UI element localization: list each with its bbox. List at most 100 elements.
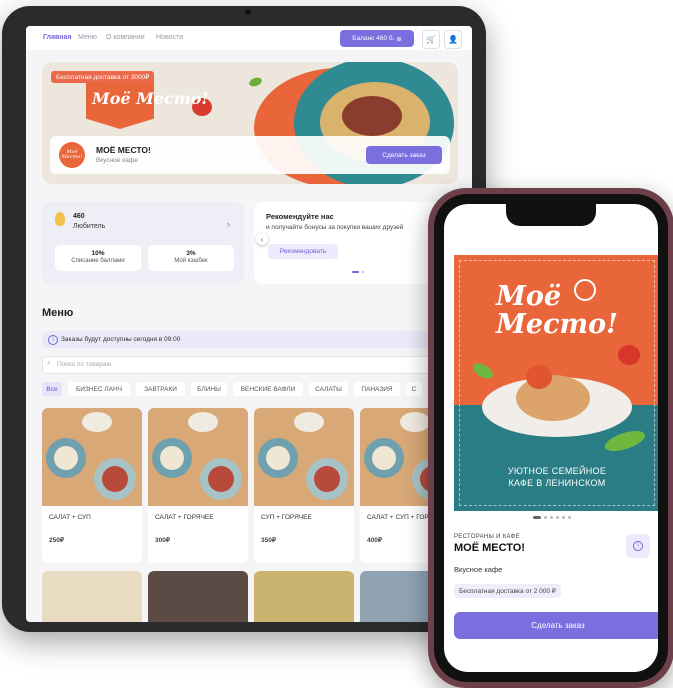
tablet-screen: Главная Меню О компании Новости Баланс 4… — [26, 26, 472, 622]
leaf-decor — [248, 76, 263, 88]
balance-button[interactable]: Баланс 460 б. ⊕ — [340, 30, 414, 47]
poster-food-detail — [526, 365, 552, 389]
product-image — [42, 408, 142, 506]
chevron-left-icon[interactable]: ‹ — [256, 233, 268, 245]
restaurant-logo: Моё Место! — [59, 142, 85, 168]
delivery-chip: Бесплатная доставка от 2 000 ₽ — [454, 584, 561, 598]
search-box: ⌕ — [42, 356, 464, 374]
phone-notch — [506, 204, 596, 226]
category-tab[interactable]: БЛИНЫ — [191, 382, 227, 396]
loyalty-level: Любитель — [73, 223, 106, 230]
nav-menu[interactable]: Меню — [78, 34, 97, 41]
category-tab[interactable]: ВЕНСКИЕ ВАФЛИ — [233, 382, 303, 396]
product-image — [254, 408, 354, 506]
nav-home[interactable]: Главная — [43, 34, 71, 41]
phone-bezel: Моё Место! УЮТНОЕ СЕМЕЙНОЕ КАФЕ В ЛЕНИНС… — [434, 194, 668, 682]
phone-device: Моё Место! УЮТНОЕ СЕМЕЙНОЕ КАФЕ В ЛЕНИНС… — [428, 188, 673, 688]
product-image — [148, 408, 248, 506]
loyalty-points: 460 — [73, 213, 85, 220]
recommend-button[interactable]: Рекомендовать — [268, 244, 338, 259]
product-price: 350₽ — [261, 537, 276, 544]
category-tab[interactable]: ЗАВТРАКИ — [136, 382, 185, 396]
product-price: 300₽ — [155, 537, 170, 544]
info-button[interactable]: i — [626, 534, 650, 558]
hero-banner: Моё Место! Бесплатная доставка от 3000₽ … — [42, 62, 458, 184]
bowl-image — [400, 412, 430, 432]
cart-button[interactable]: 🛒 — [422, 30, 440, 49]
info-notice: i Заказы будут доступны сегодня в 09:00 — [42, 331, 462, 348]
search-input[interactable] — [57, 359, 447, 369]
recommend-title: Рекомендуйте нас — [266, 212, 334, 221]
order-button[interactable]: Сделать заказ — [366, 146, 442, 164]
info-icon: i — [633, 541, 643, 551]
hero-food-detail — [342, 96, 402, 136]
restaurant-category: РЕСТОРАНЫ И КАФЕ — [454, 534, 520, 540]
product-card[interactable] — [42, 571, 142, 622]
poster-tagline-line1: УЮТНОЕ СЕМЕЙНОЕ — [507, 466, 607, 476]
category-tab[interactable]: БИЗНЕС ЛАНЧ — [68, 382, 130, 396]
top-navigation: Главная Меню О компании Новости Баланс 4… — [26, 26, 472, 50]
product-price: 400₽ — [367, 537, 382, 544]
poster-tagline: УЮТНОЕ СЕМЕЙНОЕ КАФЕ В ЛЕНИНСКОМ — [454, 465, 658, 489]
bowl-image — [46, 438, 86, 478]
category-tab[interactable]: САЛАТЫ — [309, 382, 348, 396]
loyalty-card[interactable]: 460 Любитель › 10% Списание баллами 3% М… — [42, 202, 244, 284]
order-button[interactable]: Сделать заказ — [454, 612, 658, 639]
tablet-device: Главная Меню О компании Новости Баланс 4… — [2, 6, 486, 632]
brand-logo-text: Моё Место! — [92, 89, 209, 108]
product-name: САЛАТ + СУП — [49, 514, 91, 521]
carousel-dot-active[interactable] — [352, 271, 359, 273]
medal-icon — [55, 212, 65, 226]
carousel-dot[interactable] — [544, 516, 547, 519]
restaurant-type: Вкусное кафе — [96, 157, 138, 164]
recommend-carousel-dots — [352, 271, 366, 273]
carousel-dot[interactable] — [362, 271, 364, 273]
product-card[interactable] — [148, 571, 248, 622]
bowl-image — [258, 438, 298, 478]
carousel-dot[interactable] — [550, 516, 553, 519]
nav-news[interactable]: Новости — [156, 34, 183, 41]
stat-cashback: 3% Мой кэшбек — [148, 245, 234, 271]
product-name: САЛАТ + ГОРЯЧЕЕ — [155, 514, 214, 521]
bowl-image — [200, 458, 242, 500]
user-icon: 👤 — [448, 35, 458, 44]
product-card[interactable] — [254, 571, 354, 622]
bowl-image — [152, 438, 192, 478]
carousel-dot[interactable] — [568, 516, 571, 519]
product-card[interactable]: САЛАТ + СУП 250₽ — [42, 408, 142, 563]
phone-screen: Моё Место! УЮТНОЕ СЕМЕЙНОЕ КАФЕ В ЛЕНИНС… — [444, 204, 658, 672]
product-card[interactable]: СУП + ГОРЯЧЕЕ 350₽ — [254, 408, 354, 563]
poster-tagline-line2: КАФЕ В ЛЕНИНСКОМ — [508, 478, 606, 488]
nav-about[interactable]: О компании — [106, 34, 145, 41]
bowl-image — [82, 412, 112, 432]
delivery-badge: Бесплатная доставка от 3000₽ — [51, 71, 155, 83]
info-notice-text: Заказы будут доступны сегодня в 09:00 — [61, 336, 181, 343]
promo-poster: Моё Место! УЮТНОЕ СЕМЕЙНОЕ КАФЕ В ЛЕНИНС… — [454, 255, 658, 511]
cart-icon: 🛒 — [426, 35, 436, 44]
bowl-image — [94, 458, 136, 500]
stat-label: Мой кэшбек — [174, 258, 208, 264]
poster-logo: Моё Место! — [496, 281, 618, 340]
tomato-decor — [618, 345, 640, 365]
category-tab[interactable]: ПАНАЗИЯ — [354, 382, 400, 396]
restaurant-name: МОЁ МЕСТО! — [454, 542, 525, 554]
product-name: СУП + ГОРЯЧЕЕ — [261, 514, 312, 521]
stat-writeoff: 10% Списание баллами — [55, 245, 141, 271]
stat-value: 3% — [186, 250, 196, 257]
carousel-dot-active[interactable] — [533, 516, 541, 519]
category-tab-all[interactable]: Все — [42, 382, 62, 396]
camera — [245, 9, 251, 15]
location-pin-icon — [574, 279, 596, 301]
carousel-dot[interactable] — [562, 516, 565, 519]
bowl-image — [188, 412, 218, 432]
product-card[interactable]: САЛАТ + ГОРЯЧЕЕ 300₽ — [148, 408, 248, 563]
carousel-dots — [533, 516, 583, 520]
profile-button[interactable]: 👤 — [444, 30, 462, 49]
stat-value: 10% — [91, 250, 105, 257]
carousel-dot[interactable] — [556, 516, 559, 519]
product-price: 250₽ — [49, 537, 64, 544]
category-tab[interactable]: С — [406, 382, 422, 396]
restaurant-card: Моё Место! МОЁ МЕСТО! Вкусное кафе Сдела… — [50, 136, 450, 174]
chevron-right-icon[interactable]: › — [227, 219, 230, 229]
restaurant-name: МОЁ МЕСТО! — [96, 145, 151, 155]
